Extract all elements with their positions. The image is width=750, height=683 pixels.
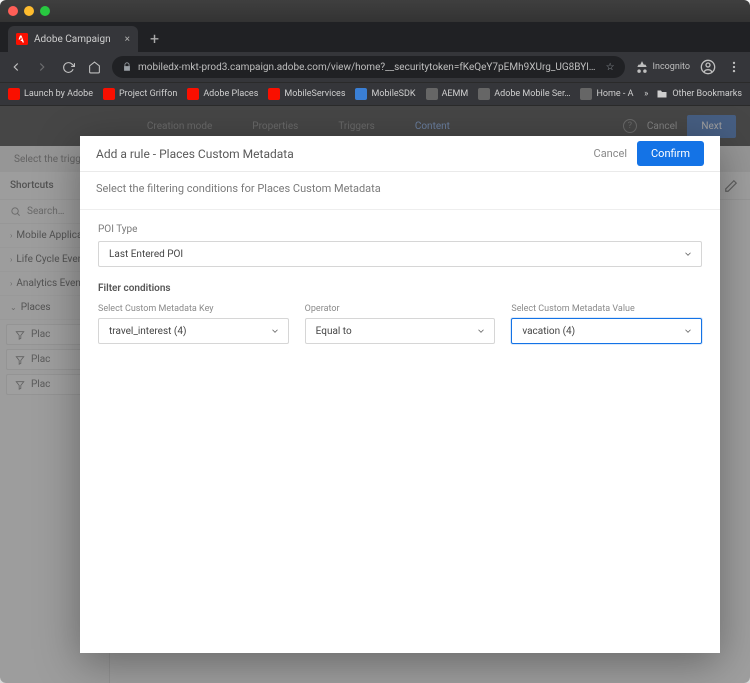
back-button[interactable] xyxy=(8,59,24,75)
incognito-label: Incognito xyxy=(653,62,690,72)
bookmark-label: Adobe Mobile Ser… xyxy=(494,89,570,99)
bookmark-favicon-icon xyxy=(187,88,199,100)
reload-button[interactable] xyxy=(60,59,76,75)
metadata-key-value: travel_interest (4) xyxy=(109,326,186,337)
bookmark-label: MobileServices xyxy=(284,89,345,99)
star-icon[interactable]: ☆ xyxy=(606,62,615,73)
bookmark-label: MobileSDK xyxy=(371,89,415,99)
metadata-key-select[interactable]: travel_interest (4) xyxy=(98,318,289,344)
lock-icon xyxy=(122,62,132,72)
bookmark-favicon-icon xyxy=(478,88,490,100)
other-bookmarks-label: Other Bookmarks xyxy=(672,89,742,99)
modal-confirm-button[interactable]: Confirm xyxy=(637,141,704,166)
operator-value: Equal to xyxy=(316,326,352,337)
chevron-down-icon xyxy=(476,326,486,336)
metadata-key-label: Select Custom Metadata Key xyxy=(98,304,289,314)
bookmark-item[interactable]: Adobe Mobile Ser… xyxy=(478,88,570,100)
url-text: mobiledx-mkt-prod3.campaign.adobe.com/vi… xyxy=(138,62,600,73)
chevron-down-icon xyxy=(270,326,280,336)
other-bookmarks[interactable]: Other Bookmarks xyxy=(656,88,742,100)
new-tab-button[interactable]: + xyxy=(144,29,165,52)
operator-label: Operator xyxy=(305,304,496,314)
bookmarks-bar: Launch by Adobe Project Griffon Adobe Plac… xyxy=(0,82,750,106)
bookmark-favicon-icon xyxy=(103,88,115,100)
bookmark-item[interactable]: MobileServices xyxy=(268,88,345,100)
poi-type-label: POI Type xyxy=(98,224,702,235)
menu-icon[interactable] xyxy=(726,59,742,75)
modal-title: Add a rule - Places Custom Metadata xyxy=(96,147,294,161)
bookmark-label: Adobe Places xyxy=(203,89,258,99)
bookmark-label: Project Griffon xyxy=(119,89,177,99)
bookmark-item[interactable]: Project Griffon xyxy=(103,88,177,100)
modal-instruction: Select the filtering conditions for Plac… xyxy=(80,172,720,210)
bookmark-favicon-icon xyxy=(8,88,20,100)
macos-titlebar xyxy=(0,0,750,22)
modal-header: Add a rule - Places Custom Metadata Canc… xyxy=(80,136,720,172)
bookmark-favicon-icon xyxy=(426,88,438,100)
forward-button[interactable] xyxy=(34,59,50,75)
window-minimize-icon[interactable] xyxy=(24,6,34,16)
bookmark-item[interactable]: Home - ADMS Mo… xyxy=(580,88,634,100)
bookmark-item[interactable]: Launch by Adobe xyxy=(8,88,93,100)
modal-cancel-button[interactable]: Cancel xyxy=(594,147,627,160)
address-bar[interactable]: mobiledx-mkt-prod3.campaign.adobe.com/vi… xyxy=(112,56,625,78)
poi-type-value: Last Entered POI xyxy=(109,249,183,260)
metadata-value-select[interactable]: vacation (4) xyxy=(511,318,702,344)
incognito-indicator: Incognito xyxy=(635,60,690,74)
adobe-favicon-icon xyxy=(16,33,28,45)
chevron-down-icon xyxy=(683,326,693,336)
incognito-icon xyxy=(635,60,649,74)
browser-tabstrip: Adobe Campaign × + xyxy=(0,22,750,52)
bookmark-label: Launch by Adobe xyxy=(24,89,93,99)
window-close-icon[interactable] xyxy=(8,6,18,16)
window-maximize-icon[interactable] xyxy=(40,6,50,16)
bookmark-favicon-icon xyxy=(268,88,280,100)
metadata-value-value: vacation (4) xyxy=(522,326,575,337)
bookmark-label: AEMM xyxy=(442,89,469,99)
bookmark-item[interactable]: Adobe Places xyxy=(187,88,258,100)
bookmark-item[interactable]: AEMM xyxy=(426,88,469,100)
profile-icon[interactable] xyxy=(700,59,716,75)
chevron-down-icon xyxy=(683,249,693,259)
filter-conditions-heading: Filter conditions xyxy=(98,283,702,294)
tab-title: Adobe Campaign xyxy=(34,34,119,45)
bookmarks-overflow-icon[interactable]: » xyxy=(644,89,648,99)
operator-select[interactable]: Equal to xyxy=(305,318,496,344)
browser-toolbar: mobiledx-mkt-prod3.campaign.adobe.com/vi… xyxy=(0,52,750,82)
folder-icon xyxy=(656,88,668,100)
poi-type-select[interactable]: Last Entered POI xyxy=(98,241,702,267)
browser-tab[interactable]: Adobe Campaign × xyxy=(8,26,138,52)
tab-close-icon[interactable]: × xyxy=(125,34,130,45)
metadata-value-label: Select Custom Metadata Value xyxy=(511,304,702,314)
bookmark-favicon-icon xyxy=(355,88,367,100)
bookmark-item[interactable]: MobileSDK xyxy=(355,88,415,100)
home-button[interactable] xyxy=(86,59,102,75)
bookmark-label: Home - ADMS Mo… xyxy=(596,89,634,99)
bookmark-favicon-icon xyxy=(580,88,592,100)
modal-add-rule: Add a rule - Places Custom Metadata Canc… xyxy=(80,136,720,653)
